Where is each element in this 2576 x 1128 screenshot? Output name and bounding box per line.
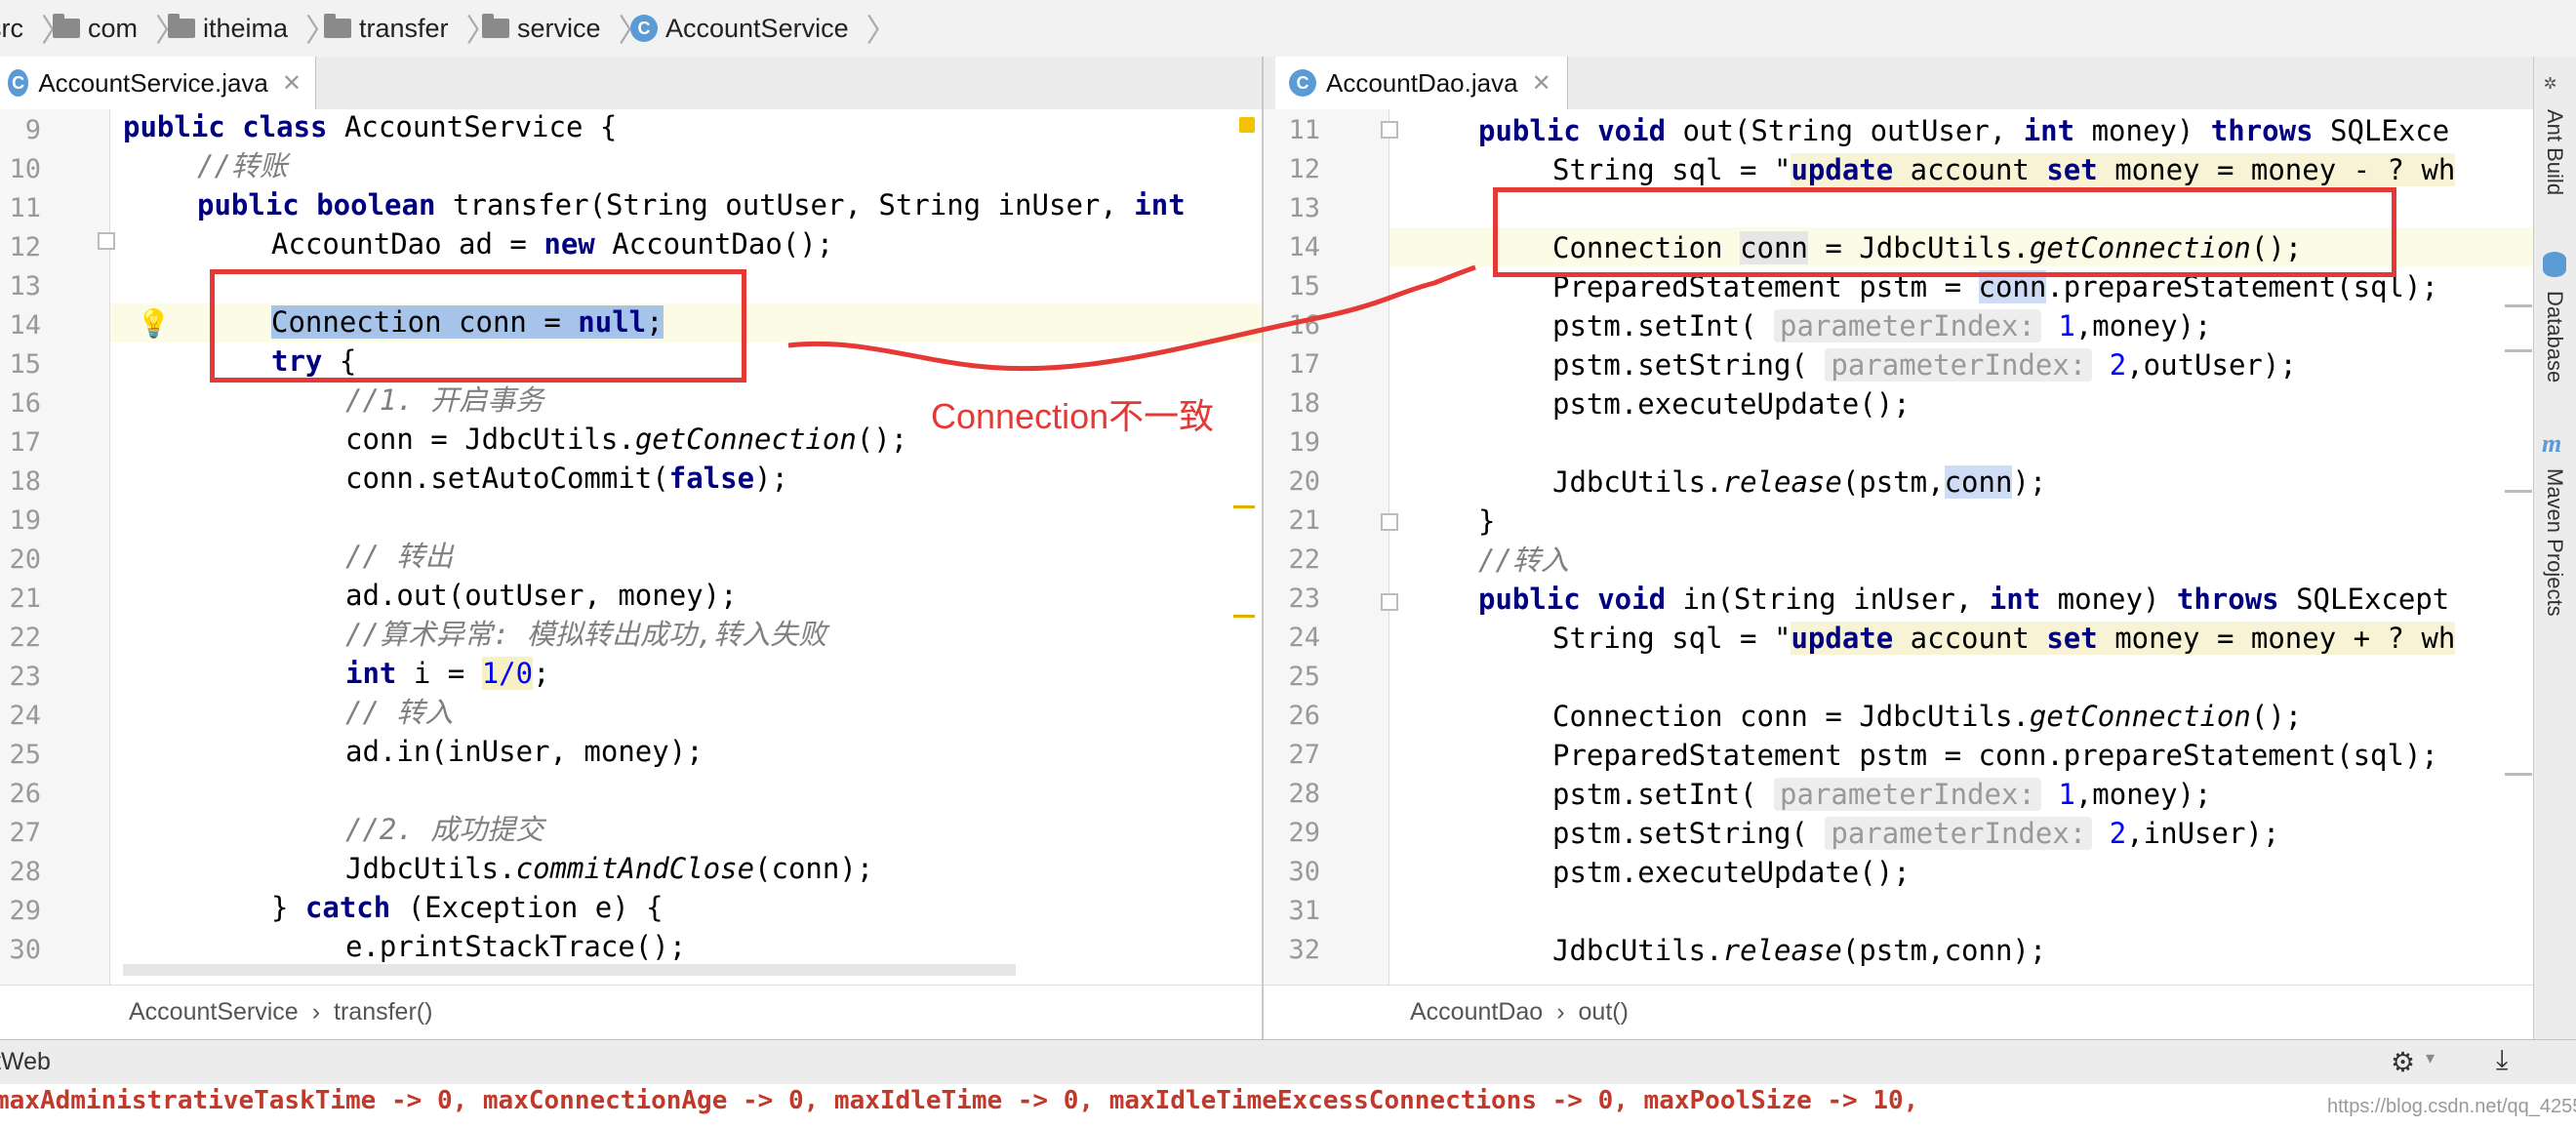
annotation-label: Connection不一致 — [931, 396, 1215, 436]
annotation-arrow — [787, 264, 1476, 372]
